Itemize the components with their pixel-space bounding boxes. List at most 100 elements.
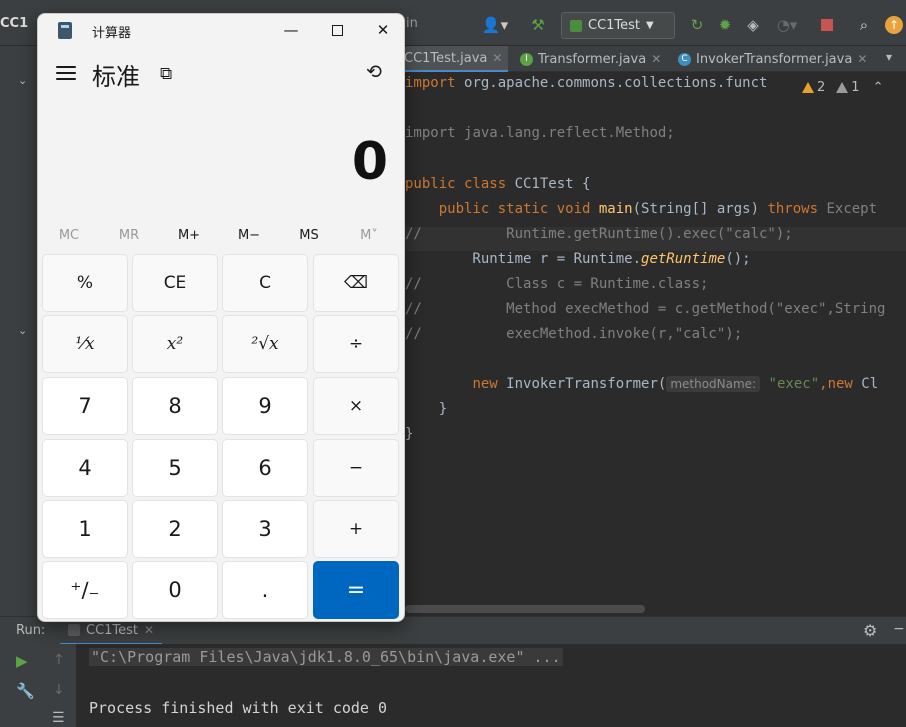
console-exit-message: Process finished with exit code 0 — [89, 699, 388, 717]
digit-4-button[interactable]: 4 — [42, 439, 128, 497]
run-config-selector[interactable]: CC1Test ▼ — [561, 12, 675, 39]
mode-title: 标准 — [92, 63, 140, 91]
reciprocal-button[interactable]: ⅟x — [42, 315, 128, 373]
run-label: Run: — [16, 623, 46, 638]
clear-button[interactable]: C — [222, 254, 308, 312]
memory-add-button[interactable]: M+ — [159, 221, 219, 251]
window-title: 计算器 — [92, 26, 132, 41]
tabs-overflow-icon[interactable]: ▾ — [886, 50, 892, 64]
code-line: public class CC1Test { — [405, 176, 591, 192]
rerun-icon[interactable]: ↻ — [686, 12, 708, 38]
update-icon[interactable]: ↑ — [884, 12, 904, 38]
close-icon[interactable]: ✕ — [360, 14, 404, 46]
interface-icon: I — [520, 52, 533, 66]
collapse-icon[interactable]: ⌄ — [18, 74, 27, 87]
soft-wrap-icon[interactable]: ☰ — [52, 710, 65, 726]
decimal-button[interactable]: . — [222, 561, 308, 619]
digit-3-button[interactable]: 3 — [222, 500, 308, 558]
clear-entry-button[interactable]: CE — [132, 254, 218, 312]
code-line: import org.apache.commons.collections.fu… — [405, 75, 768, 91]
code-line: } — [405, 426, 414, 442]
code-line: // Class c = Runtime.class; — [405, 276, 709, 292]
tab-label: CC1Test.java — [404, 50, 488, 66]
digit-2-button[interactable]: 2 — [132, 500, 218, 558]
user-icon[interactable]: 👤▾ — [478, 12, 512, 38]
tab-invokertransformer[interactable]: C InvokerTransformer.java ✕ — [672, 46, 873, 72]
profile-icon[interactable]: ◔▾ — [772, 12, 802, 38]
wrench-icon[interactable]: 🔧 — [16, 682, 35, 700]
warning-icon — [802, 82, 814, 93]
memory-recall-button[interactable]: MR — [99, 221, 159, 251]
code-line: // Method execMethod = c.getMethod("exec… — [405, 301, 886, 317]
history-icon[interactable]: ⟲ — [366, 61, 382, 83]
code-line: public static void main(String[] args) t… — [405, 201, 878, 217]
digit-8-button[interactable]: 8 — [132, 377, 218, 435]
memory-list-button[interactable]: M˅ — [339, 221, 399, 251]
collapse-icon[interactable]: ⌄ — [18, 324, 27, 337]
gear-icon[interactable]: ⚙ — [863, 621, 877, 640]
minimize-icon[interactable]: − — [893, 621, 905, 637]
calculator-titlebar[interactable]: 计算器 — ✕ — [38, 14, 404, 46]
editor-horizontal-scrollbar[interactable] — [405, 602, 906, 616]
percent-button[interactable]: % — [42, 254, 128, 312]
stop-icon[interactable] — [816, 12, 838, 38]
multiply-button[interactable]: × — [313, 377, 399, 435]
search-icon[interactable]: ⌕ — [852, 12, 876, 38]
code-line: } — [405, 401, 448, 417]
digit-1-button[interactable]: 1 — [42, 500, 128, 558]
memory-clear-button[interactable]: MC — [39, 221, 99, 251]
close-icon[interactable]: ✕ — [492, 51, 502, 65]
add-button[interactable]: + — [313, 500, 399, 558]
square-button[interactable]: x² — [132, 315, 218, 373]
run-tab-label: CC1Test — [86, 622, 139, 638]
tab-cc1test[interactable]: CC1Test.java ✕ — [398, 46, 509, 72]
close-icon[interactable]: ✕ — [144, 623, 154, 637]
code-line: // Runtime.getRuntime().exec("calc"); — [405, 226, 793, 242]
inspection-warnings[interactable]: 2 1 ⌃ — [802, 80, 883, 95]
digit-9-button[interactable]: 9 — [222, 377, 308, 435]
code-line: // execMethod.invoke(r,"calc"); — [405, 326, 743, 342]
divide-button[interactable]: ÷ — [313, 315, 399, 373]
code-line: new InvokerTransformer(methodName: "exec… — [472, 376, 879, 392]
tab-transformer[interactable]: I Transformer.java ✕ — [514, 46, 667, 72]
minimize-icon[interactable]: — — [268, 14, 314, 46]
scrollbar-thumb[interactable] — [405, 605, 645, 613]
parameter-hint: methodName: — [666, 376, 761, 392]
memory-store-button[interactable]: MS — [279, 221, 339, 251]
debug-bug-icon[interactable]: ✹ — [714, 12, 736, 38]
run-config-icon — [570, 19, 582, 32]
console-output[interactable]: "C:\Program Files\Java\jdk1.8.0_65\bin\j… — [76, 644, 906, 727]
close-icon[interactable]: ✕ — [651, 52, 661, 66]
chevron-up-icon[interactable]: ⌃ — [873, 80, 884, 95]
maximize-icon[interactable] — [314, 14, 360, 46]
tab-label: Transformer.java — [538, 51, 647, 67]
weak-warning-icon — [836, 82, 849, 93]
calculator-app-icon — [58, 22, 72, 39]
backspace-button[interactable]: ⌫ — [313, 254, 399, 312]
coverage-shield-icon[interactable]: ◈ — [742, 12, 764, 38]
memory-subtract-button[interactable]: M− — [219, 221, 279, 251]
digit-7-button[interactable]: 7 — [42, 377, 128, 435]
build-hammer-icon[interactable]: ⚒ — [526, 12, 550, 38]
code-line: import java.lang.reflect.Method; — [405, 125, 675, 141]
run-panel-actions: ▶ ↑ 🔧 ↓ ☰ — [0, 644, 76, 727]
code-line: Runtime r = Runtime.getRuntime(); — [405, 251, 751, 267]
project-name[interactable]: CC1 — [0, 16, 28, 31]
calculator-window: 计算器 — ✕ 标准 ⧉ ⟲ 0 MC MR M+ M− MS M˅ % CE … — [37, 13, 405, 622]
negate-button[interactable]: ⁺∕₋ — [42, 561, 128, 619]
scroll-down-icon[interactable]: ↓ — [53, 682, 65, 698]
result-display: 0 — [351, 132, 388, 192]
digit-5-button[interactable]: 5 — [132, 439, 218, 497]
nav-fragment[interactable]: in — [406, 16, 418, 31]
scroll-up-icon[interactable]: ↑ — [53, 652, 65, 668]
digit-6-button[interactable]: 6 — [222, 439, 308, 497]
close-icon[interactable]: ✕ — [857, 52, 867, 66]
equals-button[interactable]: = — [313, 561, 399, 619]
square-root-button[interactable]: ²√x — [222, 315, 308, 373]
rerun-play-icon[interactable]: ▶ — [16, 652, 28, 670]
code-editor[interactable]: import org.apache.commons.collections.fu… — [405, 72, 906, 602]
digit-0-button[interactable]: 0 — [132, 561, 218, 619]
subtract-button[interactable]: − — [313, 439, 399, 497]
keep-on-top-icon[interactable]: ⧉ — [160, 64, 172, 84]
hamburger-menu-icon[interactable] — [56, 66, 76, 82]
